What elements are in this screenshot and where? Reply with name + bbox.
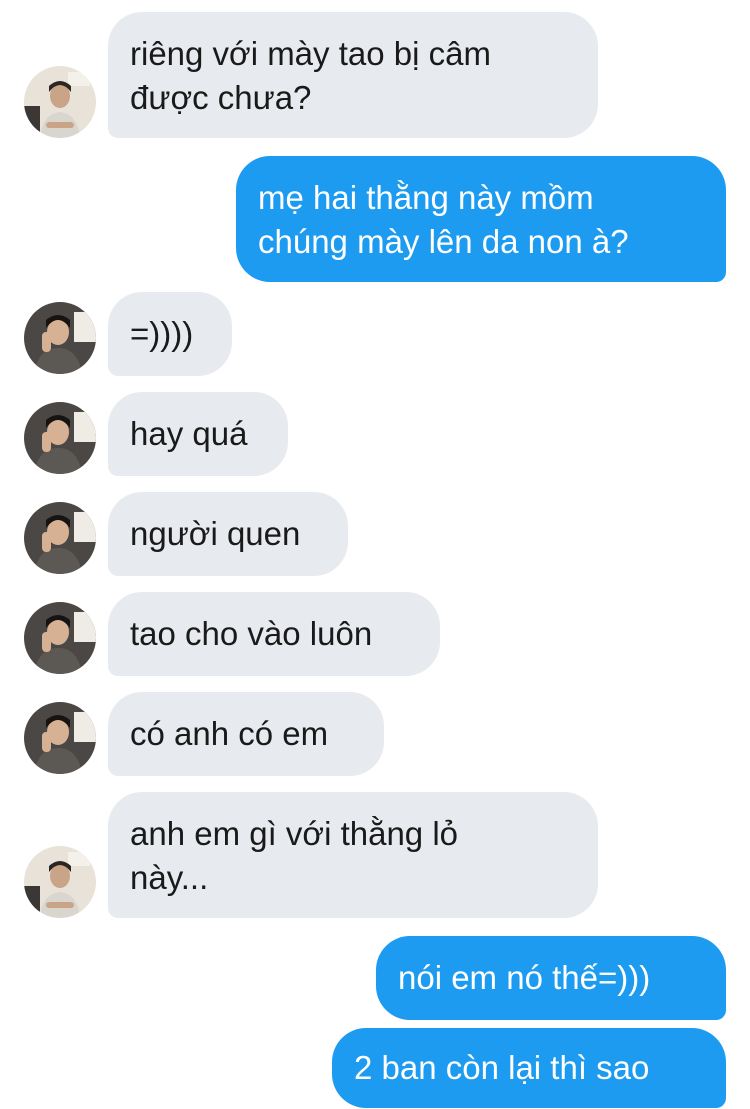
message-text-line: nói em nó thế=))) [398,959,651,996]
avatar[interactable] [24,602,96,674]
message-bubble[interactable]: mẹ hai thằng này mồm chúng mày lên da no… [236,156,726,282]
message-bubble[interactable]: có anh có em [108,692,384,776]
message-text-line: =)))) [130,315,194,352]
avatar-dark-photo [24,502,96,574]
message-text-line: hay quá [130,415,248,452]
message-text-line: riêng với mày tao bị câm [130,35,491,72]
message-bubble[interactable]: tao cho vào luôn [108,592,440,676]
avatar[interactable] [24,302,96,374]
message-text-line: anh em gì với thằng lỏ [130,815,459,852]
avatar[interactable] [24,402,96,474]
message-text-line: tao cho vào luôn [130,615,373,652]
avatar-dark-photo [24,402,96,474]
message-bubble[interactable]: riêng với mày tao bị câm được chưa? [108,12,598,138]
avatar-dark-photo [24,702,96,774]
message-bubble[interactable]: 2 ban còn lại thì sao [332,1028,726,1108]
message-text-line: 2 ban còn lại thì sao [354,1049,650,1086]
message-text-line: mẹ hai thằng này mồm [258,179,594,216]
message-bubble[interactable]: nói em nó thế=))) [376,936,726,1020]
message-text-line: chúng mày lên da non à? [258,223,629,260]
avatar-dark-photo [24,602,96,674]
message-bubble[interactable]: anh em gì với thằng lỏ này... [108,792,598,918]
avatar-light-photo [24,66,96,138]
message-bubble[interactable]: =)))) [108,292,232,376]
message-text-line: này... [130,859,209,896]
message-text-line: người quen [130,515,301,552]
message-bubble[interactable]: hay quá [108,392,288,476]
avatar[interactable] [24,502,96,574]
message-text-line: có anh có em [130,715,329,752]
avatar-dark-photo [24,302,96,374]
message-text-line: được chưa? [130,79,312,116]
avatar-light-photo [24,846,96,918]
message-bubble[interactable]: người quen [108,492,348,576]
avatar[interactable] [24,846,96,918]
avatar[interactable] [24,702,96,774]
avatar[interactable] [24,66,96,138]
